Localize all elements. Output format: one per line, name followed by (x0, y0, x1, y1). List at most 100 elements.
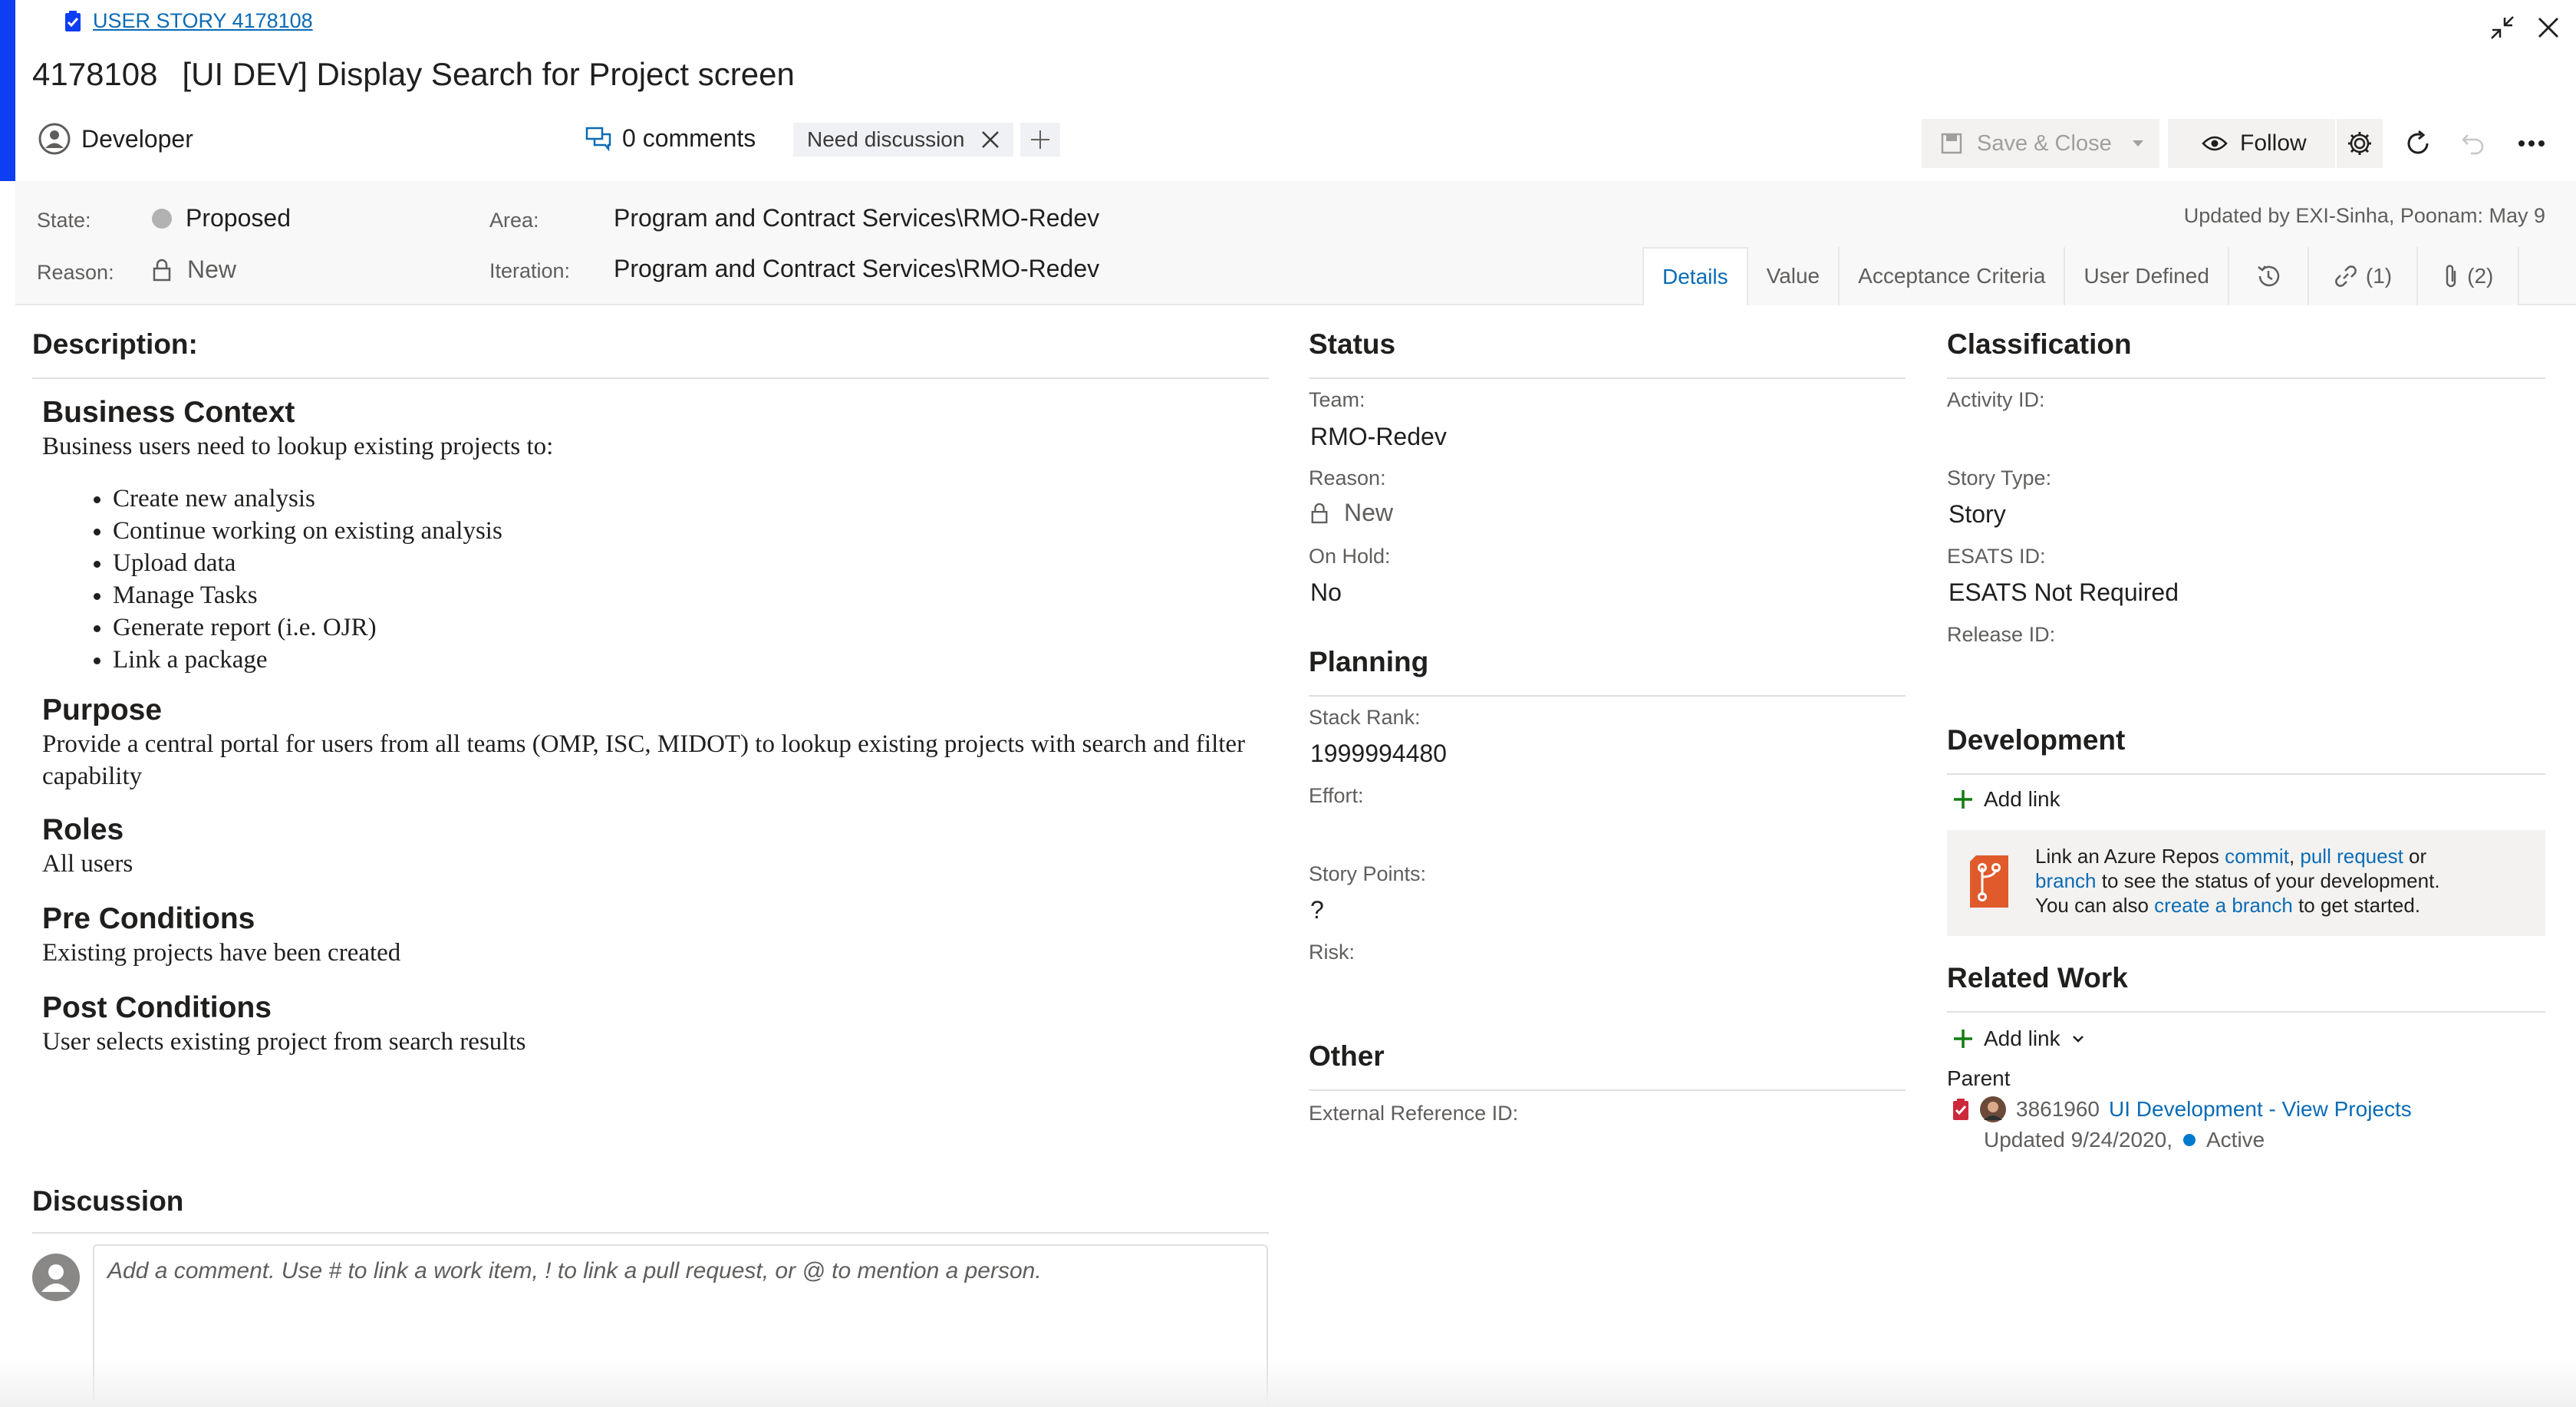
risk-input[interactable] (1309, 970, 1892, 1003)
business-context-list: Create new analysis Continue working on … (42, 483, 1270, 676)
comment-placeholder: Add a comment. Use # to link a work item… (107, 1258, 1042, 1283)
other-divider (1309, 1089, 1906, 1091)
commit-link[interactable]: commit (2225, 845, 2289, 868)
other-heading: Other (1309, 1040, 1385, 1072)
repo-text-2: to see the status of your development. (2096, 869, 2440, 892)
area-value[interactable]: Program and Contract Services\RMO-Redev (614, 204, 1099, 232)
work-item-id: 4178108 (32, 56, 158, 92)
roles-heading: Roles (42, 813, 124, 846)
description-editor[interactable]: Business Context Business users need to … (42, 395, 1270, 1075)
tab-value-label: Value (1766, 264, 1820, 288)
activity-id-label: Activity ID: (1947, 388, 2045, 411)
repo-comma: , (2288, 845, 2301, 868)
create-branch-link[interactable]: create a branch (2154, 894, 2293, 917)
tab-user-defined-label: User Defined (2084, 264, 2209, 288)
story-type-value[interactable]: Story (1948, 500, 2006, 529)
close-icon[interactable] (2530, 9, 2567, 46)
pull-request-link[interactable]: pull request (2300, 845, 2403, 868)
pre-conditions-heading: Pre Conditions (42, 902, 255, 935)
planning-heading: Planning (1309, 646, 1429, 677)
external-reference-label: External Reference ID: (1309, 1102, 1519, 1125)
purpose-heading: Purpose (42, 694, 163, 727)
user-story-icon (65, 10, 81, 31)
development-add-link[interactable]: Add link (1953, 787, 2060, 812)
comments-count[interactable]: 0 comments (585, 124, 756, 153)
iteration-value[interactable]: Program and Contract Services\RMO-Redev (614, 255, 1099, 283)
avatar (38, 123, 71, 155)
status-reason-label: Reason: (1309, 466, 1386, 489)
chevron-down-icon (2133, 140, 2143, 147)
settings-button[interactable] (2337, 119, 2383, 168)
comments-icon (585, 127, 611, 151)
undo-icon[interactable] (2455, 125, 2492, 162)
more-actions-icon[interactable] (2513, 125, 2550, 162)
work-item-title-text[interactable]: [UI DEV] Display Search for Project scre… (183, 56, 795, 92)
tab-acceptance-criteria[interactable]: Acceptance Criteria (1840, 247, 2066, 305)
assigned-to-name: Developer (81, 124, 193, 153)
effort-input[interactable] (1309, 813, 1892, 847)
state-dot (152, 208, 172, 229)
status-reason-field[interactable]: New (1310, 499, 1393, 527)
status-reason-value: New (1344, 499, 1394, 526)
stack-rank-label: Stack Rank: (1309, 706, 1421, 729)
tab-attachments[interactable]: (2) (2418, 247, 2520, 305)
tab-links[interactable]: (1) (2308, 247, 2419, 305)
save-options-dropdown[interactable] (2116, 119, 2159, 168)
reason-value: New (187, 255, 237, 283)
active-state-dot (2182, 1134, 2196, 1146)
tag-need-discussion[interactable]: Need discussion (793, 123, 1014, 157)
parent-work-item[interactable]: 3861960 UI Development - View Projects (1952, 1096, 2412, 1123)
save-close-button[interactable]: Save & Close (1922, 119, 2159, 168)
chevron-down-icon (2072, 1036, 2084, 1043)
assigned-to[interactable]: Developer (38, 123, 193, 155)
work-item-title[interactable]: 4178108 [UI DEV] Display Search for Proje… (32, 56, 795, 93)
business-context-text: Business users need to lookup existing p… (42, 433, 554, 460)
parent-title-link[interactable]: UI Development - View Projects (2109, 1097, 2412, 1122)
repo-text-1: Link an Azure Repos (2035, 845, 2225, 868)
discussion-divider (32, 1232, 1269, 1234)
refresh-icon[interactable] (2400, 125, 2436, 162)
tab-value[interactable]: Value (1748, 247, 1840, 305)
on-hold-label: On Hold: (1309, 545, 1391, 568)
tab-history[interactable] (2228, 247, 2309, 305)
remove-tag-icon[interactable] (981, 130, 1000, 149)
reason-field[interactable]: New (152, 255, 236, 284)
esats-id-value[interactable]: ESATS Not Required (1948, 578, 2179, 607)
tab-details[interactable]: Details (1642, 247, 1748, 305)
tab-user-defined[interactable]: User Defined (2065, 247, 2229, 305)
stack-rank-value[interactable]: 1999994480 (1310, 740, 1447, 768)
development-heading: Development (1947, 724, 2126, 756)
story-points-value[interactable]: ? (1310, 896, 1324, 924)
on-hold-value[interactable]: No (1310, 578, 1342, 607)
tab-details-label: Details (1662, 265, 1728, 288)
add-tag-button[interactable] (1020, 123, 1060, 157)
classification-heading: Classification (1947, 328, 2132, 360)
work-item-type-label[interactable]: USER STORY 4178108 (93, 9, 313, 33)
gear-icon (2348, 132, 2371, 155)
minimize-icon[interactable] (2484, 9, 2521, 46)
plus-icon (1954, 1030, 1972, 1048)
links-count: (1) (2365, 264, 2393, 288)
updated-by[interactable]: Updated by EXI-Sinha, Poonam: May 9 (2184, 204, 2545, 228)
plus-icon (1954, 790, 1972, 809)
follow-button[interactable]: Follow (2168, 119, 2335, 168)
link-icon (2335, 265, 2357, 287)
related-work-divider (1947, 1011, 2545, 1013)
parent-meta: Updated 9/24/2020, Active (1984, 1128, 2265, 1152)
risk-label: Risk: (1309, 941, 1355, 964)
parent-updated: Updated 9/24/2020, (1984, 1128, 2172, 1152)
work-item-type-link[interactable]: USER STORY 4178108 (64, 9, 313, 33)
branch-link[interactable]: branch (2035, 869, 2097, 892)
status-divider (1309, 377, 1906, 379)
requirement-icon (1953, 1099, 1968, 1120)
repo-text-3: You can also (2035, 894, 2155, 917)
development-divider (1947, 773, 2545, 775)
activity-id-input[interactable] (1947, 417, 2530, 451)
follow-label: Follow (2240, 130, 2307, 156)
story-points-label: Story Points: (1309, 862, 1427, 885)
comments-label: 0 comments (622, 124, 756, 152)
release-id-label: Release ID: (1947, 623, 2056, 646)
team-value[interactable]: RMO-Redev (1310, 423, 1447, 451)
related-work-add-link[interactable]: Add link (1953, 1026, 2085, 1051)
state-field[interactable]: Proposed (152, 204, 291, 232)
